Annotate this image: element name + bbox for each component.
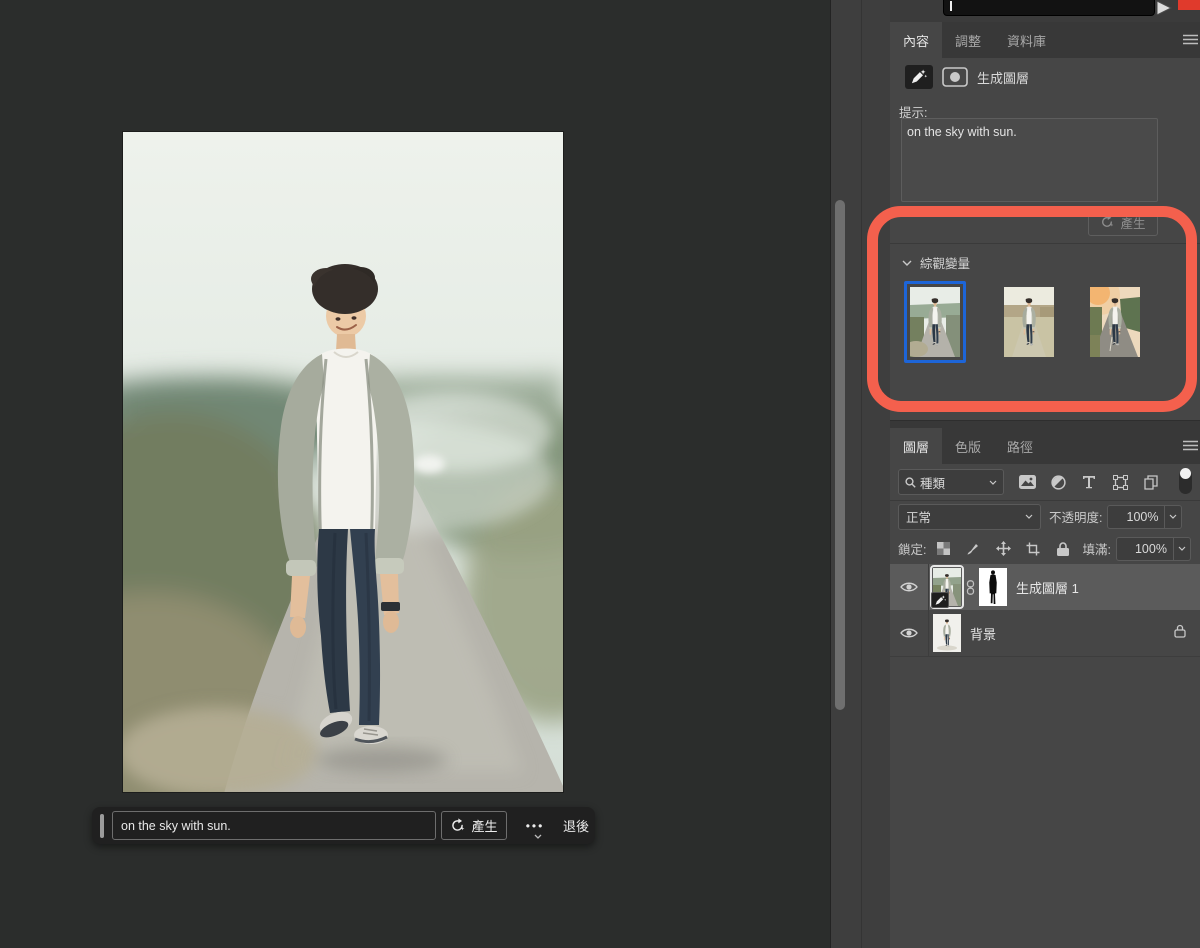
generate-icon xyxy=(450,818,465,833)
tab-layers[interactable]: 圖層 xyxy=(890,428,942,464)
generate-icon xyxy=(1100,215,1114,229)
back-button[interactable]: 退後 xyxy=(563,816,589,835)
lock-row: 鎖定: xyxy=(890,533,1200,564)
variations-title: 綜觀變量 xyxy=(920,253,970,272)
variation-thumbnail-1[interactable] xyxy=(910,287,960,357)
eye-icon xyxy=(900,627,918,639)
photoshop-window: 產生 ••• 退後 內容 調整 資料庫 xyxy=(0,0,1200,948)
layer-locked-icon xyxy=(1174,624,1186,643)
layer-row-background[interactable]: 背景 xyxy=(890,610,1200,657)
layer-thumbnail[interactable] xyxy=(933,614,961,652)
tab-content[interactable]: 內容 xyxy=(890,22,942,58)
panel-generate-button[interactable]: 產生 xyxy=(1088,208,1158,236)
document-photo xyxy=(123,132,563,792)
canvas-document[interactable] xyxy=(123,132,563,792)
search-icon xyxy=(905,477,916,488)
tab-paths[interactable]: 路徑 xyxy=(994,428,1046,464)
lock-label: 鎖定: xyxy=(898,539,926,558)
adjustment-filter-icon[interactable] xyxy=(1049,472,1067,492)
generate-button[interactable]: 產生 xyxy=(441,811,507,840)
lock-all-icon[interactable] xyxy=(1054,539,1072,559)
partial-text-field[interactable] xyxy=(943,0,1155,16)
chevron-down-icon xyxy=(1169,514,1177,519)
opacity-dropdown[interactable] xyxy=(1165,505,1182,529)
mask-link-icon[interactable] xyxy=(963,580,977,595)
variation-thumbnail-2[interactable] xyxy=(1004,287,1054,357)
layer-mask-thumbnail[interactable] xyxy=(979,568,1007,606)
generative-badge-icon xyxy=(931,592,949,608)
generate-label: 產生 xyxy=(1120,213,1145,232)
panel-dock: 內容 調整 資料庫 生成圖層 提示: on the sky with sun. … xyxy=(890,0,1200,948)
chevron-down-icon xyxy=(902,260,912,266)
filter-kind-select[interactable]: 種類 xyxy=(898,469,1004,495)
variation-thumbnail-3[interactable] xyxy=(1090,287,1140,357)
properties-header: 生成圖層 xyxy=(890,58,1200,96)
variations-header[interactable]: 綜觀變量 xyxy=(902,253,970,272)
record-badge xyxy=(1178,0,1200,10)
shape-filter-icon[interactable] xyxy=(1111,472,1129,492)
blend-row: 正常 不透明度: 100% xyxy=(890,500,1200,533)
chevron-down-icon xyxy=(1178,546,1186,551)
lock-transparency-icon[interactable] xyxy=(934,539,952,559)
blend-mode-value: 正常 xyxy=(906,507,931,526)
layer-thumbnail[interactable] xyxy=(933,568,961,606)
more-options-icon: ••• xyxy=(526,819,545,833)
lock-paint-icon[interactable] xyxy=(964,539,982,559)
play-icon[interactable] xyxy=(1155,1,1173,15)
eye-icon xyxy=(900,581,918,593)
lock-artboard-icon[interactable] xyxy=(1024,539,1042,559)
generate-label: 產生 xyxy=(471,816,497,835)
chevron-down-icon xyxy=(1025,514,1033,519)
visibility-toggle[interactable] xyxy=(890,610,929,656)
more-options-button[interactable]: ••• xyxy=(517,819,553,833)
chevron-down-icon xyxy=(989,480,997,485)
canvas-pasteboard[interactable]: 產生 ••• 退後 xyxy=(0,0,830,948)
drag-handle[interactable] xyxy=(100,814,104,838)
opacity-field[interactable]: 100% xyxy=(1107,505,1165,529)
layer-row-generative[interactable]: 生成圖層 1 xyxy=(890,564,1200,611)
vertical-scrollbar[interactable] xyxy=(835,200,845,710)
layer-name: 生成圖層 1 xyxy=(1016,578,1200,597)
panel-menu-icon[interactable] xyxy=(1183,34,1198,45)
lock-position-icon[interactable] xyxy=(994,539,1012,559)
tab-libraries[interactable]: 資料庫 xyxy=(994,22,1059,58)
top-partial-bar xyxy=(890,0,1200,23)
prompt-input[interactable] xyxy=(112,811,436,840)
filter-toggle[interactable] xyxy=(1179,470,1192,494)
fill-label: 填滿: xyxy=(1082,539,1110,558)
mask-icon xyxy=(942,67,968,87)
filter-kind-label: 種類 xyxy=(920,473,945,492)
tab-adjustments[interactable]: 調整 xyxy=(942,22,994,58)
visibility-toggle[interactable] xyxy=(890,564,929,610)
divider xyxy=(861,0,862,948)
blend-mode-select[interactable]: 正常 xyxy=(898,504,1041,530)
panel-gutter xyxy=(830,0,892,948)
fill-field[interactable]: 100% xyxy=(1116,537,1174,561)
layers-tabbar: 圖層 色版 路徑 xyxy=(890,428,1200,464)
layer-name: 背景 xyxy=(970,624,1174,643)
smart-object-filter-icon[interactable] xyxy=(1142,472,1160,492)
prompt-textarea[interactable]: on the sky with sun. xyxy=(901,118,1158,202)
text-caret xyxy=(950,1,952,11)
tab-channels[interactable]: 色版 xyxy=(942,428,994,464)
layer-type-label: 生成圖層 xyxy=(977,68,1029,87)
properties-tabbar: 內容 調整 資料庫 xyxy=(890,22,1200,58)
chevron-down-icon xyxy=(534,834,542,839)
opacity-label: 不透明度: xyxy=(1049,507,1102,526)
fill-dropdown[interactable] xyxy=(1174,537,1191,561)
contextual-taskbar: 產生 ••• 退後 xyxy=(92,807,595,844)
variations-section: 綜觀變量 xyxy=(890,243,1200,421)
image-filter-icon[interactable] xyxy=(1018,472,1036,492)
layer-filter-row: 種類 xyxy=(890,464,1200,501)
panel-menu-icon[interactable] xyxy=(1183,440,1198,451)
type-filter-icon[interactable] xyxy=(1080,472,1098,492)
generative-layer-icon xyxy=(905,65,933,89)
